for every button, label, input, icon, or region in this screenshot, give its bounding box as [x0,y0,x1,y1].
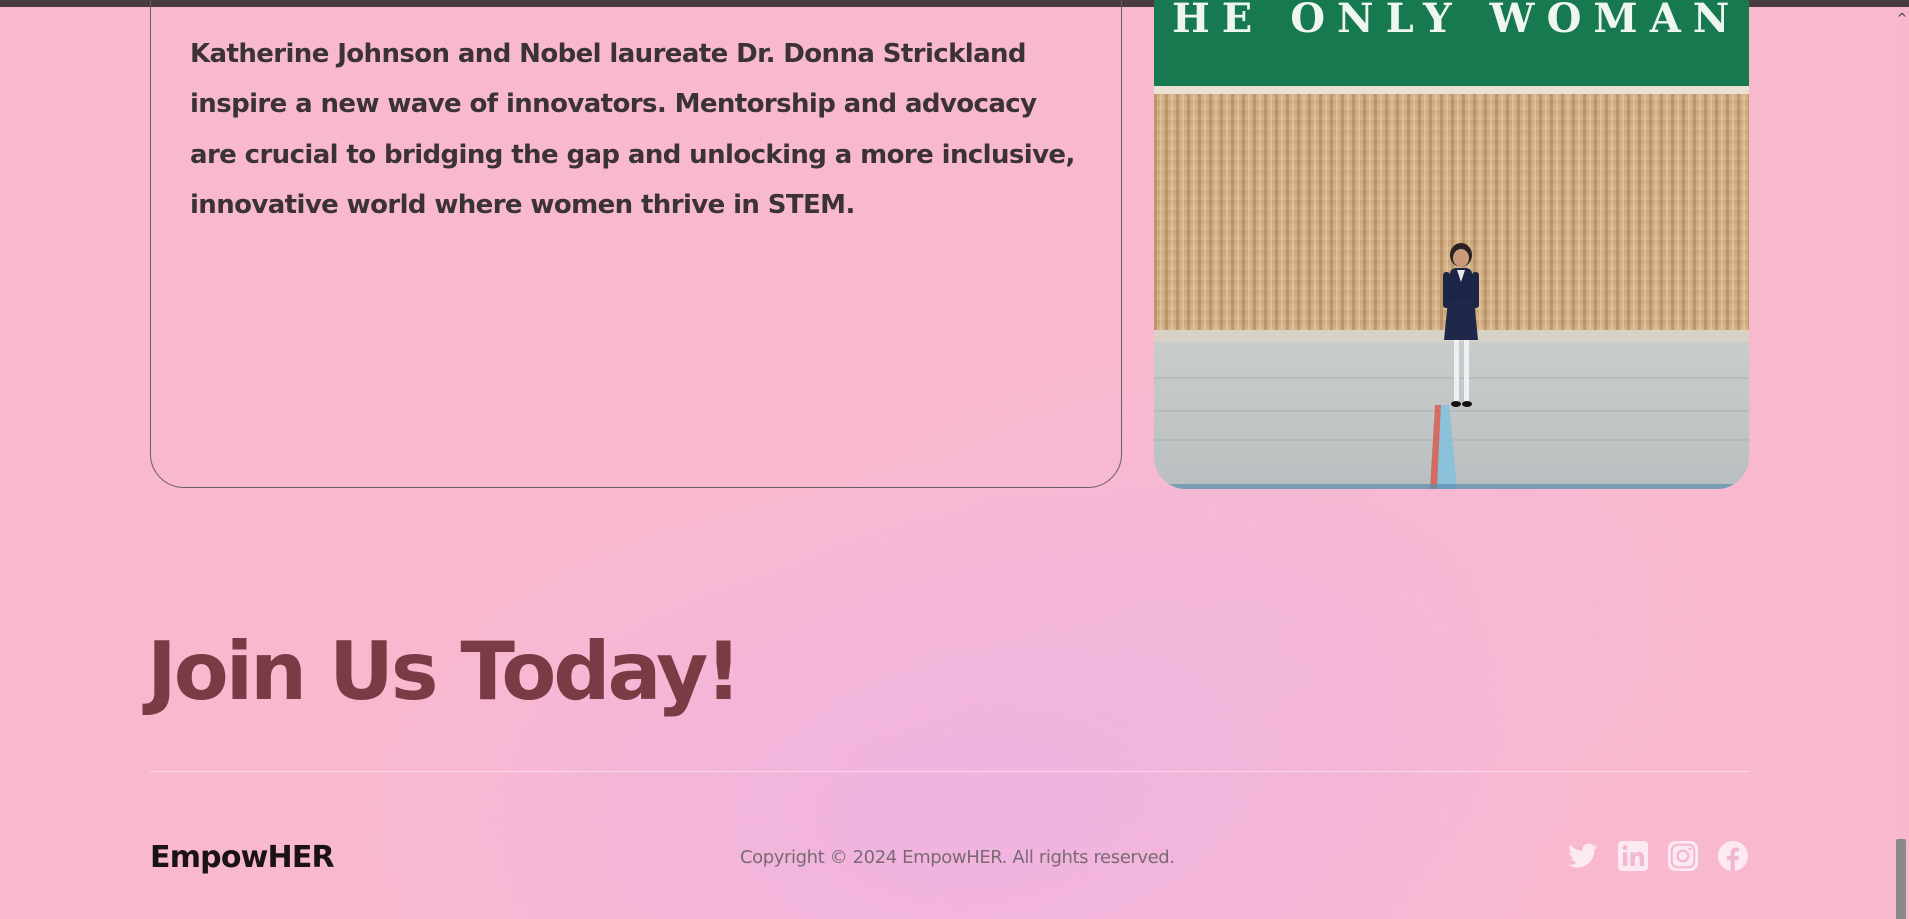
join-us-heading: Join Us Today! [147,625,742,718]
facebook-icon[interactable] [1718,840,1748,872]
scrollbar[interactable]: ^ [1893,7,1909,919]
instagram-icon[interactable] [1668,840,1698,872]
article-paragraph: Katherine Johnson and Nobel laureate Dr.… [190,39,1075,221]
footer-brand[interactable]: EmpowHER [150,838,335,878]
scrollbar-thumb[interactable] [1896,839,1906,919]
article-photo: HE ONLY WOMAN [1154,0,1749,489]
scroll-up-arrow-icon[interactable]: ^ [1897,12,1907,24]
twitter-icon[interactable] [1568,840,1598,872]
social-links [1568,840,1748,872]
footer-divider [150,771,1749,772]
footer-copyright: Copyright © 2024 EmpowHER. All rights re… [740,847,1175,868]
banner-text: HE ONLY WOMAN [1172,0,1741,42]
linkedin-icon[interactable] [1618,840,1648,872]
